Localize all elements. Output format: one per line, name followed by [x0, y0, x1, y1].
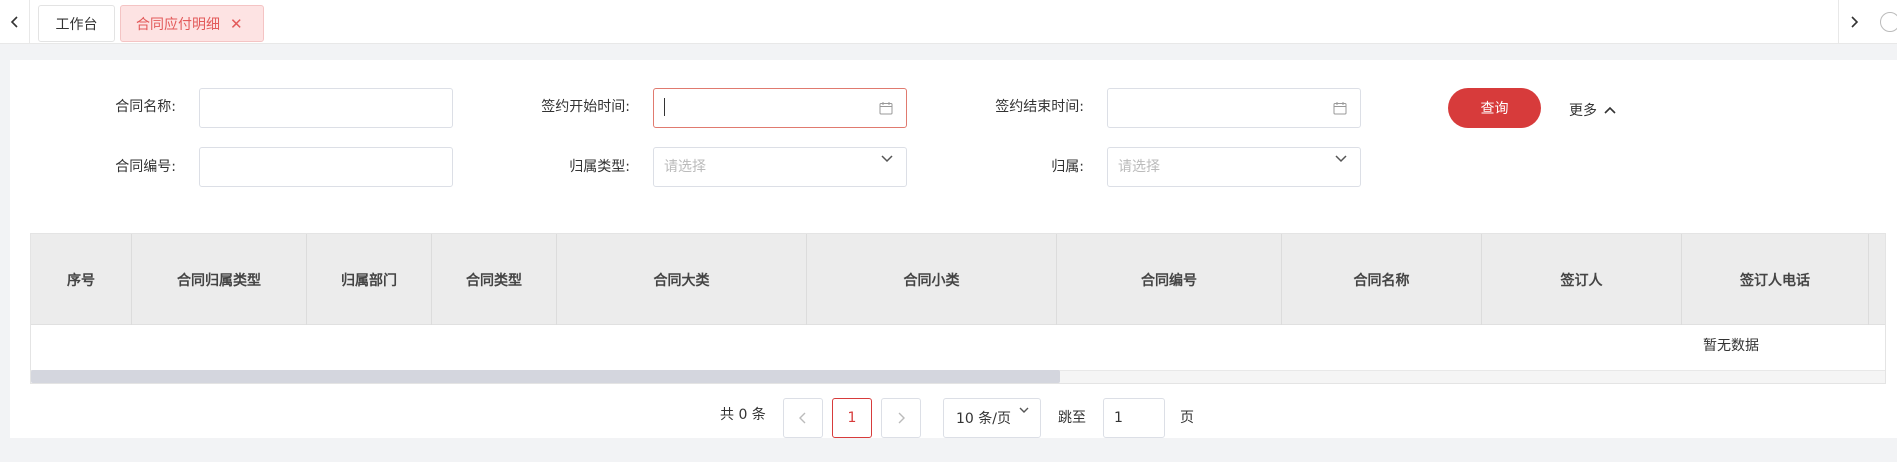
- goto-label: 跳至: [1058, 410, 1086, 426]
- belong-select[interactable]: [1107, 147, 1361, 187]
- belong-type-select[interactable]: [653, 147, 907, 187]
- column-header: 签订人电话: [1682, 234, 1869, 325]
- column-header: 签订人: [1482, 234, 1682, 325]
- chevron-left-icon: [799, 412, 806, 424]
- tab-contract-payable-detail[interactable]: 合同应付明细 ✕: [120, 5, 264, 42]
- more-label: 更多: [1569, 103, 1597, 119]
- tab-scroll-right-button[interactable]: [1838, 0, 1868, 44]
- close-all-tabs-icon[interactable]: [1880, 12, 1897, 32]
- chevron-right-icon: [898, 412, 905, 424]
- chevron-up-icon: [1604, 106, 1616, 114]
- contract-no-label: 合同编号:: [115, 159, 176, 175]
- sign-start-date-input[interactable]: [653, 88, 907, 128]
- contract-name-label: 合同名称:: [115, 99, 176, 115]
- sign-start-label: 签约开始时间:: [541, 99, 630, 115]
- empty-state-text: 暂无数据: [1703, 338, 1759, 354]
- more-toggle[interactable]: 更多: [1569, 100, 1617, 120]
- page-number-button[interactable]: 1: [832, 398, 872, 438]
- table-header: 序号 合同归属类型 归属部门 合同类型 合同大类 合同小类 合同编号 合同名称 …: [31, 234, 1885, 325]
- tab-label: 工作台: [55, 16, 98, 33]
- chevron-down-icon: [1019, 407, 1029, 413]
- column-header: 合同大类: [557, 234, 807, 325]
- column-header: 序号: [31, 234, 132, 325]
- tab-bar: 工作台 合同应付明细 ✕: [0, 0, 1897, 44]
- data-table: 序号 合同归属类型 归属部门 合同类型 合同大类 合同小类 合同编号 合同名称 …: [30, 233, 1886, 384]
- contract-no-input[interactable]: [199, 147, 453, 187]
- sign-end-date-input[interactable]: [1107, 88, 1361, 128]
- horizontal-scrollbar-thumb[interactable]: [31, 370, 1060, 383]
- contract-name-input[interactable]: [199, 88, 453, 128]
- column-header: 合同类型: [432, 234, 557, 325]
- page-size-label: 10 条/页: [956, 411, 1011, 427]
- column-header: 合同名称: [1282, 234, 1482, 325]
- tab-workbench[interactable]: 工作台: [38, 5, 115, 42]
- chevron-right-icon: [1850, 16, 1858, 28]
- pagination-total: 共 0 条: [720, 407, 766, 423]
- tab-scroll-left-button[interactable]: [0, 0, 30, 44]
- close-icon[interactable]: ✕: [230, 15, 243, 33]
- query-button[interactable]: 查询: [1448, 88, 1541, 128]
- goto-page-input[interactable]: [1103, 398, 1165, 438]
- column-header: 合同编号: [1057, 234, 1282, 325]
- next-page-button[interactable]: [881, 398, 921, 438]
- prev-page-button[interactable]: [783, 398, 823, 438]
- belong-type-label: 归属类型:: [569, 159, 630, 175]
- sign-end-label: 签约结束时间:: [995, 99, 1084, 115]
- tab-label: 合同应付明细: [136, 16, 220, 33]
- page-unit-label: 页: [1180, 410, 1194, 426]
- text-caret: [664, 98, 665, 116]
- page-size-select[interactable]: 10 条/页: [943, 398, 1041, 438]
- belong-label: 归属:: [1051, 159, 1084, 175]
- column-header: 归属部门: [307, 234, 432, 325]
- column-header: 合同归属类型: [132, 234, 307, 325]
- chevron-left-icon: [10, 16, 18, 28]
- column-header: 合同小类: [807, 234, 1057, 325]
